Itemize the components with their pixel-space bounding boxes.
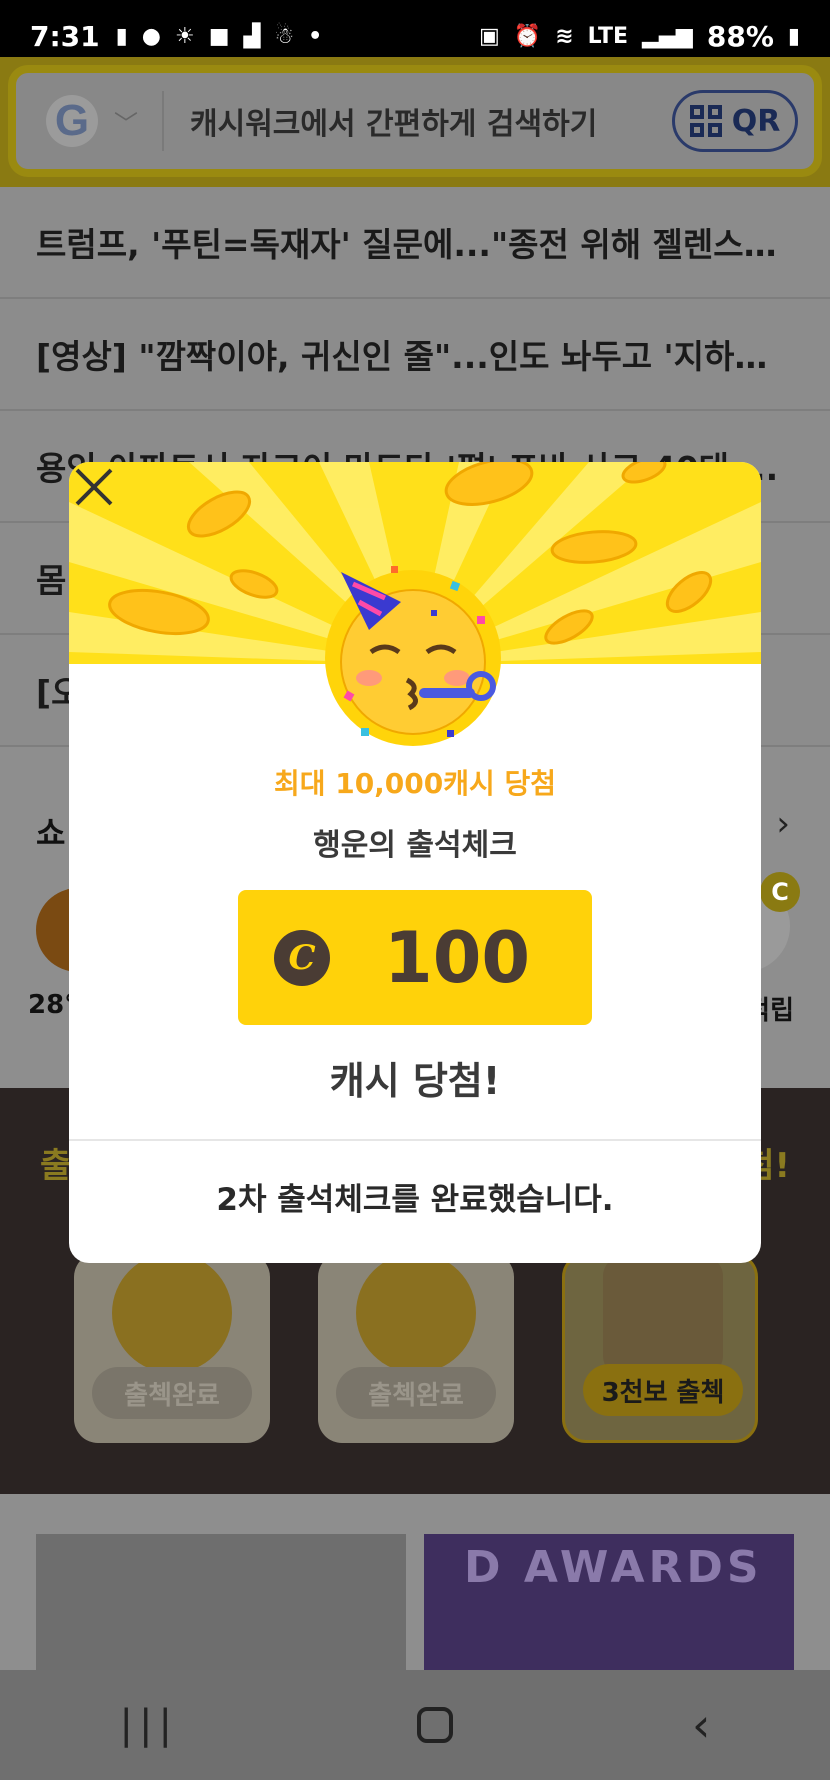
app-icon: ■ — [208, 23, 230, 49]
thumbnail-text: D AWARDS — [464, 1542, 763, 1593]
cash-badge: C — [760, 872, 800, 912]
search-input[interactable]: 캐시워크에서 간편하게 검색하기 — [190, 99, 597, 143]
more-dot-icon: • — [308, 23, 323, 49]
qr-label: QR — [731, 103, 781, 139]
divider — [69, 1139, 761, 1141]
section-title: 쇼 — [36, 814, 66, 852]
news-thumbnail[interactable]: D AWARDS — [424, 1534, 794, 1670]
reward-modal: 최대 10,000캐시 당첨 행운의 출석체크 C 100 캐시 당첨! 2차 … — [69, 462, 761, 1263]
wifi-icon: ≋ — [555, 23, 574, 49]
weather-icon: ☀ — [174, 23, 195, 49]
qr-icon — [689, 105, 722, 137]
attendance-card-label: 출첵완료 — [336, 1367, 496, 1419]
party-face-icon — [340, 566, 496, 737]
network-label: LTE — [587, 23, 629, 49]
list-item[interactable]: 트럼프, '푸틴=독재자' 질문에..."종전 위해 젤렌스키·... — [0, 187, 830, 299]
signal-icon: ▂▄▆ — [642, 23, 693, 49]
attendance-card[interactable]: 출첵완료 — [74, 1253, 270, 1443]
chevron-right-icon[interactable]: › — [776, 804, 790, 844]
thumbnail-row: D AWARDS — [0, 1494, 830, 1670]
search-area: G ﹀ 캐시워크에서 간편하게 검색하기 QR — [0, 57, 830, 187]
chevron-down-icon[interactable]: ﹀ — [114, 91, 164, 151]
close-icon[interactable] — [69, 462, 119, 512]
completion-message: 2차 출석체크를 완료했습니다. — [216, 1182, 614, 1218]
alarm-icon: ⏰ — [513, 23, 542, 49]
treasure-chest-icon — [603, 1256, 723, 1376]
cash-amount: 100 — [384, 916, 531, 999]
battery-icon: ▮ — [787, 23, 800, 49]
talk-icon: ● — [141, 23, 161, 49]
cash-coin-icon: C — [274, 929, 330, 986]
attendance-title: 출 — [40, 1146, 72, 1186]
attendance-card[interactable]: 3천보 출첵 — [562, 1253, 758, 1443]
back-icon[interactable]: ‹ — [692, 1698, 710, 1752]
lock-icon: ▣ — [479, 23, 500, 49]
attendance-card-label: 3천보 출첵 — [583, 1364, 743, 1416]
battery-level: 88% — [706, 19, 774, 53]
recent-apps-icon[interactable]: ||| — [120, 1702, 178, 1748]
attendance-card-label: 출첵완료 — [92, 1367, 252, 1419]
status-time: 7:31 — [30, 19, 100, 53]
chat-icon: ▮ — [115, 23, 128, 49]
stairs-icon: ▟ — [243, 23, 261, 49]
prize-headline: 최대 10,000캐시 당첨 — [273, 767, 557, 800]
news-thumbnail[interactable] — [36, 1534, 406, 1670]
home-icon[interactable] — [417, 1707, 453, 1743]
cash-amount-box: C 100 — [238, 890, 592, 1025]
system-nav-bar: ||| ‹ — [0, 1670, 830, 1780]
list-item[interactable]: [영상] "깜짝이야, 귀신인 줄"...인도 놔두고 '지하차... — [0, 299, 830, 411]
result-message: 캐시 당첨! — [329, 1059, 501, 1103]
search-bar[interactable]: G ﹀ 캐시워크에서 간편하게 검색하기 QR — [8, 65, 822, 177]
coin-stack-icon — [112, 1253, 232, 1373]
attendance-card[interactable]: 출첵완료 — [318, 1253, 514, 1443]
walk-icon: ☃ — [274, 23, 295, 49]
google-logo-icon[interactable]: G — [46, 95, 98, 147]
qr-button[interactable]: QR — [672, 90, 798, 152]
notification-icons: ▮ ● ☀ ■ ▟ ☃ • — [116, 24, 323, 49]
coin-stack-icon — [356, 1253, 476, 1373]
event-title: 행운의 출석체크 — [313, 828, 517, 863]
